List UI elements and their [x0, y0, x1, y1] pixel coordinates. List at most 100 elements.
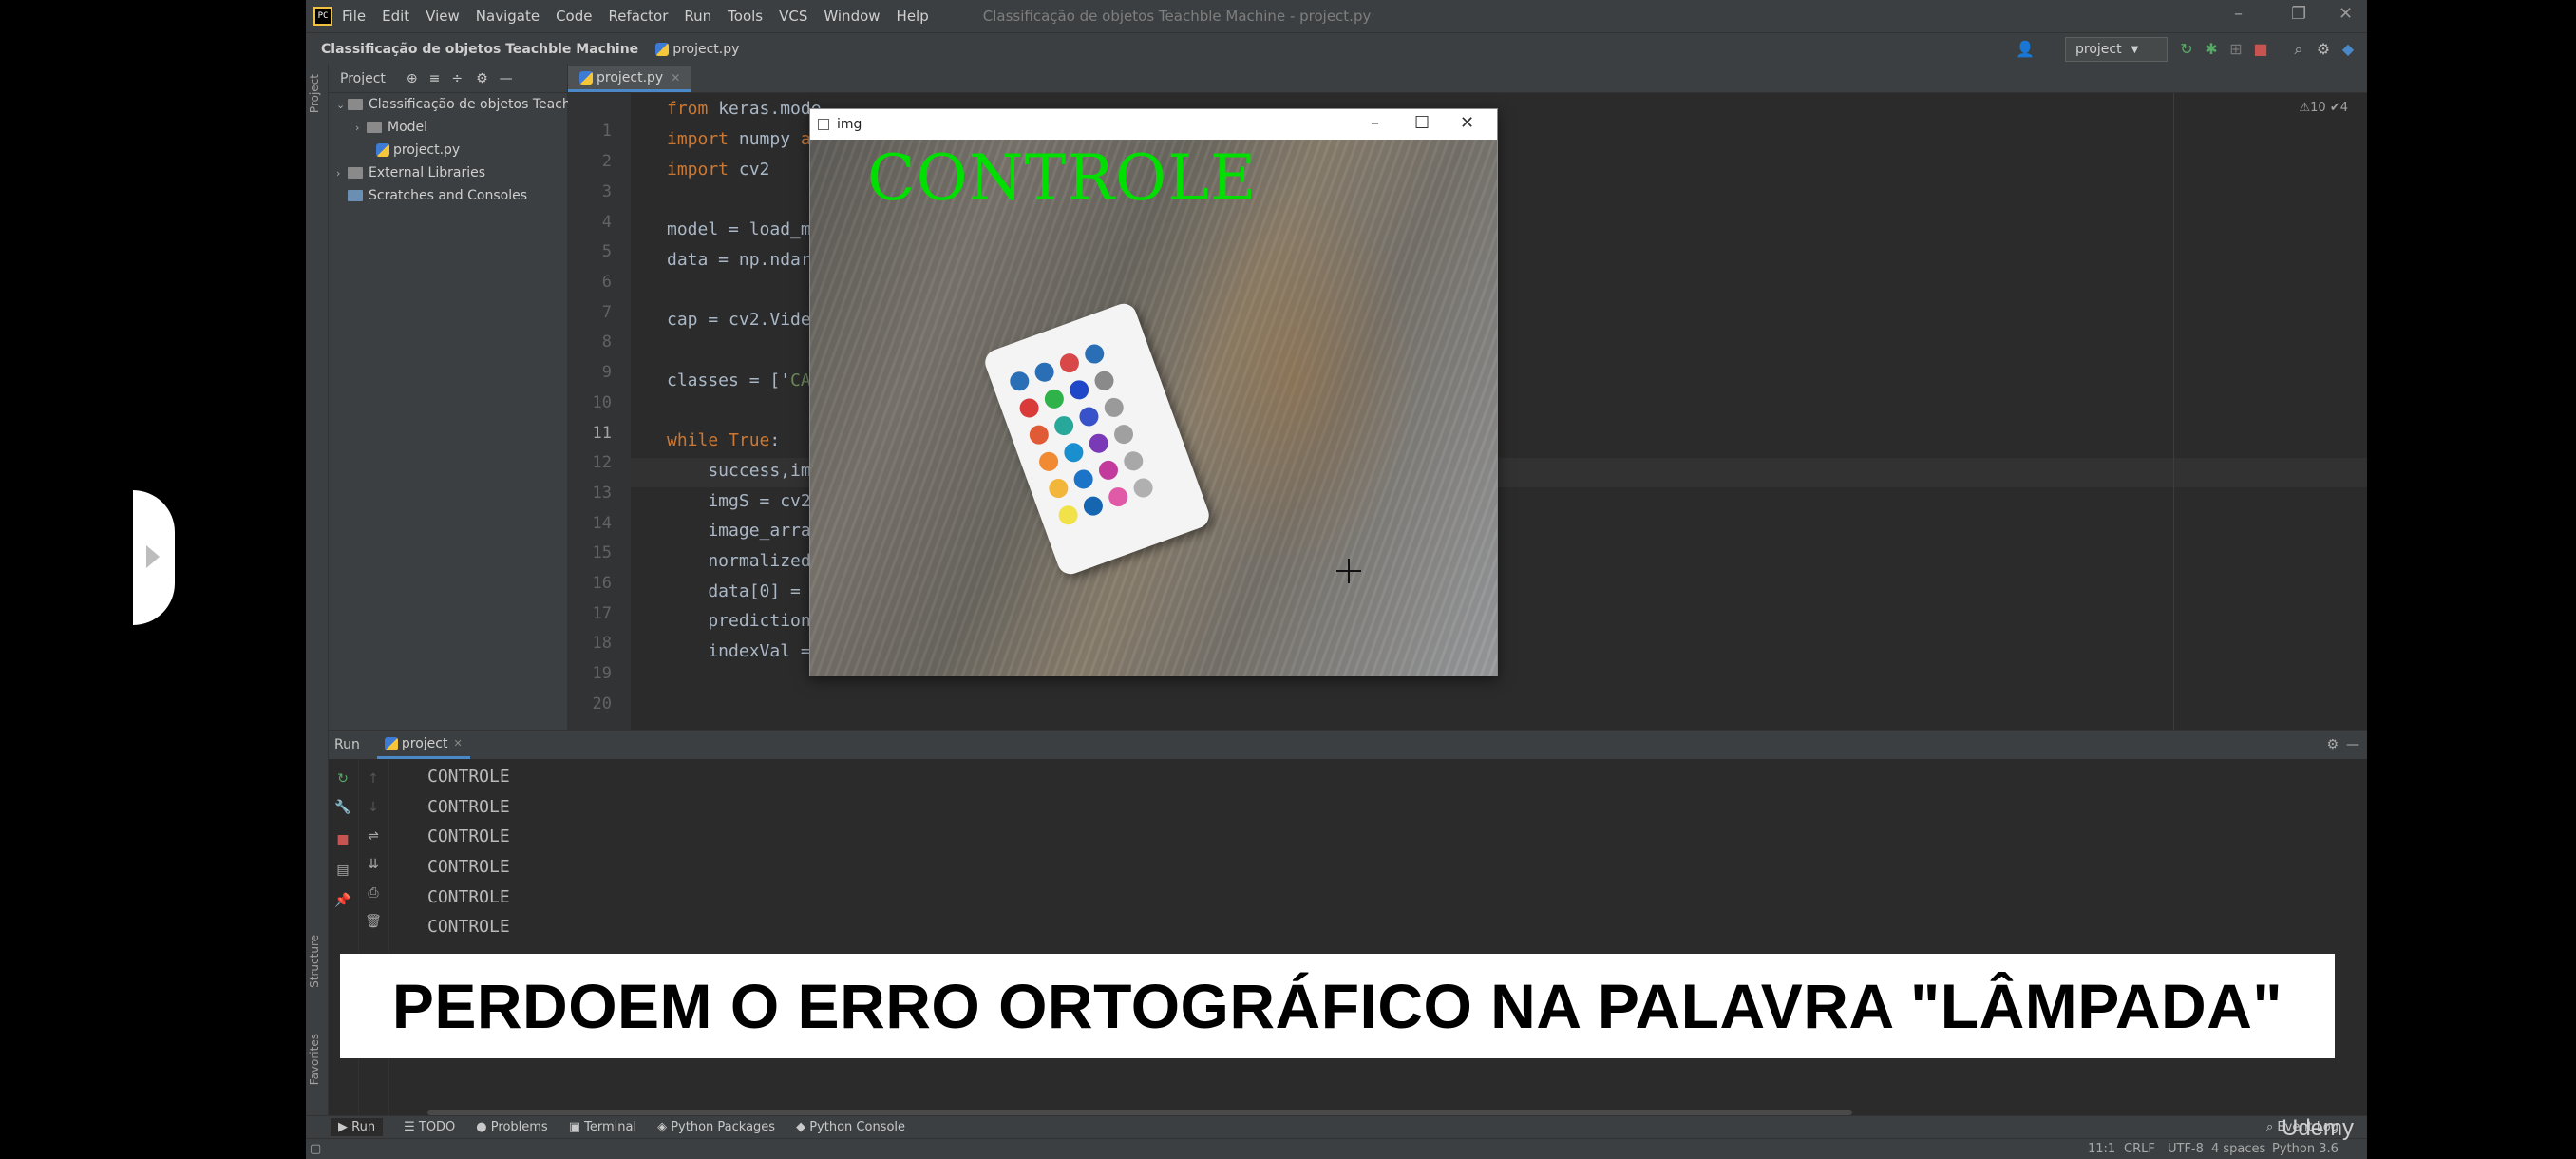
remote-button [1027, 422, 1051, 447]
hide-icon[interactable]: — [2346, 737, 2359, 752]
minimize-icon[interactable]: – [1371, 113, 1379, 133]
line-number: 16 [592, 574, 612, 593]
menu-run[interactable]: Run [684, 8, 711, 25]
editor-tab-project-py[interactable]: project.py ✕ [568, 66, 692, 92]
expand-all-icon[interactable]: ≡ [429, 71, 441, 86]
maximize-icon[interactable]: ☐ [1414, 113, 1430, 133]
inspection-widget[interactable]: ⚠10 ✔4 [2300, 101, 2349, 115]
arrow-up-icon[interactable]: ↑ [365, 770, 382, 788]
menu-code[interactable]: Code [556, 8, 592, 25]
print-icon[interactable]: ⎙ [365, 884, 382, 902]
code-line-15: image_array [667, 521, 822, 541]
run-tab-project[interactable]: project ✕ [376, 731, 470, 759]
window-icon [818, 119, 829, 130]
rerun-icon[interactable]: ↻ [334, 770, 351, 788]
maximize-icon[interactable]: ❐ [2291, 4, 2306, 24]
stop-icon[interactable]: ■ [2251, 40, 2270, 59]
caret-position[interactable]: 11:1 [2088, 1142, 2115, 1156]
opencv-image-window[interactable]: img – ☐ ✕ CONTROLE [809, 108, 1498, 676]
menu-window[interactable]: Window [824, 8, 880, 25]
image-window-titlebar[interactable]: img – ☐ ✕ [810, 109, 1497, 140]
remote-button [1101, 395, 1127, 420]
bottom-tab-python-console[interactable]: ◆ Python Console [796, 1120, 905, 1134]
remote-button [1091, 368, 1117, 393]
side-panel-handle[interactable] [133, 490, 175, 625]
line-separator[interactable]: CRLF [2124, 1142, 2155, 1156]
search-icon[interactable]: ⌕ [2289, 40, 2308, 59]
soft-wrap-icon[interactable]: ⇌ [365, 827, 382, 845]
bottom-tab-terminal[interactable]: ▣ Terminal [569, 1120, 636, 1134]
close-tab-icon[interactable]: ✕ [453, 737, 462, 750]
coverage-icon[interactable]: ⊞ [2226, 40, 2245, 59]
remote-button [1106, 484, 1131, 509]
tree-item-model[interactable]: › Model [355, 120, 427, 135]
python-file-icon [655, 42, 670, 56]
collapse-all-icon[interactable]: ÷ [451, 71, 463, 86]
keyword: True [718, 430, 770, 450]
tree-item-root[interactable]: ⌄ Classificação de objetos Teachble [336, 97, 591, 112]
close-icon[interactable]: ✕ [2339, 4, 2353, 24]
menu-help[interactable]: Help [897, 8, 929, 25]
bottom-tab-python-packages[interactable]: ◈ Python Packages [657, 1120, 775, 1134]
close-tab-icon[interactable]: ✕ [671, 71, 680, 85]
hide-icon[interactable]: — [500, 71, 513, 86]
console-output-line: CONTROLE [427, 797, 510, 817]
line-number: 5 [601, 242, 612, 261]
package-icon: ◈ [657, 1120, 672, 1134]
minimize-icon[interactable]: – [2234, 4, 2243, 24]
user-icon[interactable]: 👤 [2016, 40, 2035, 59]
layout-icon[interactable]: ▢ [310, 1142, 321, 1156]
run-configuration-select[interactable]: project ▼ [2065, 37, 2168, 62]
updates-icon[interactable]: ◆ [2339, 40, 2358, 59]
gear-icon[interactable]: ⚙ [2326, 737, 2339, 752]
line-number: 11 [592, 424, 612, 443]
bottom-tab-todo-label: TODO [418, 1120, 456, 1134]
run-toolbar-secondary: ↑ ↓ ⇌ ⇊ ⎙ 🗑 [359, 759, 389, 1116]
stop-icon[interactable]: ■ [334, 831, 351, 848]
bottom-tab-problems-label: Problems [490, 1120, 548, 1134]
pin-icon[interactable]: 📌 [334, 892, 351, 909]
menu-navigate[interactable]: Navigate [476, 8, 540, 25]
line-number: 9 [601, 363, 612, 382]
tree-label-external-libraries: External Libraries [369, 165, 485, 180]
line-number: 1 [601, 122, 612, 141]
project-view-select[interactable]: Project [340, 71, 386, 86]
breadcrumb-file[interactable]: project.py [655, 42, 739, 57]
bottom-tab-todo[interactable]: ☰ TODO [404, 1120, 455, 1134]
layout-icon[interactable]: ▤ [334, 862, 351, 879]
menu-refactor[interactable]: Refactor [608, 8, 668, 25]
bottom-tab-problems[interactable]: ● Problems [476, 1120, 547, 1134]
tool-tab-project[interactable]: Project [308, 74, 321, 113]
code-line-8: cap = cv2.Video [667, 310, 822, 330]
trash-icon[interactable]: 🗑 [365, 913, 382, 930]
menu-vcs[interactable]: VCS [779, 8, 807, 25]
tree-item-external-libraries[interactable]: › External Libraries [336, 165, 485, 180]
settings-icon[interactable]: ⚙ [2314, 40, 2333, 59]
breadcrumb-file-label: project.py [672, 41, 740, 57]
tool-tab-favorites[interactable]: Favorites [308, 1034, 321, 1085]
remote-button [1036, 449, 1061, 474]
locate-icon[interactable]: ⊕ [407, 71, 418, 86]
menu-tools[interactable]: Tools [728, 8, 763, 25]
wrench-icon[interactable]: 🔧 [334, 799, 351, 816]
python-interpreter[interactable]: Python 3.6 [2272, 1142, 2339, 1156]
rerun-icon[interactable]: ↻ [2177, 40, 2196, 59]
line-number: 8 [601, 332, 612, 352]
udemy-watermark: Udemy [2282, 1115, 2355, 1141]
bottom-tab-run[interactable]: ▶ Run [331, 1118, 384, 1136]
menu-edit[interactable]: Edit [382, 8, 409, 25]
breadcrumb-project[interactable]: Classificação de objetos Teachble Machin… [321, 42, 638, 57]
gear-icon[interactable]: ⚙ [476, 71, 488, 86]
menu-view[interactable]: View [426, 8, 460, 25]
tree-item-project-py[interactable]: project.py [376, 142, 460, 158]
scroll-to-end-icon[interactable]: ⇊ [365, 856, 382, 873]
debug-icon[interactable]: ✱ [2202, 40, 2221, 59]
arrow-down-icon[interactable]: ↓ [365, 799, 382, 816]
close-icon[interactable]: ✕ [1460, 113, 1474, 133]
indent-setting[interactable]: 4 spaces [2211, 1142, 2265, 1156]
menu-file[interactable]: File [342, 8, 366, 25]
remote-button [1081, 493, 1106, 519]
file-encoding[interactable]: UTF-8 [2168, 1142, 2204, 1156]
tool-tab-structure[interactable]: Structure [308, 935, 321, 988]
tree-item-scratches[interactable]: Scratches and Consoles [348, 188, 527, 203]
